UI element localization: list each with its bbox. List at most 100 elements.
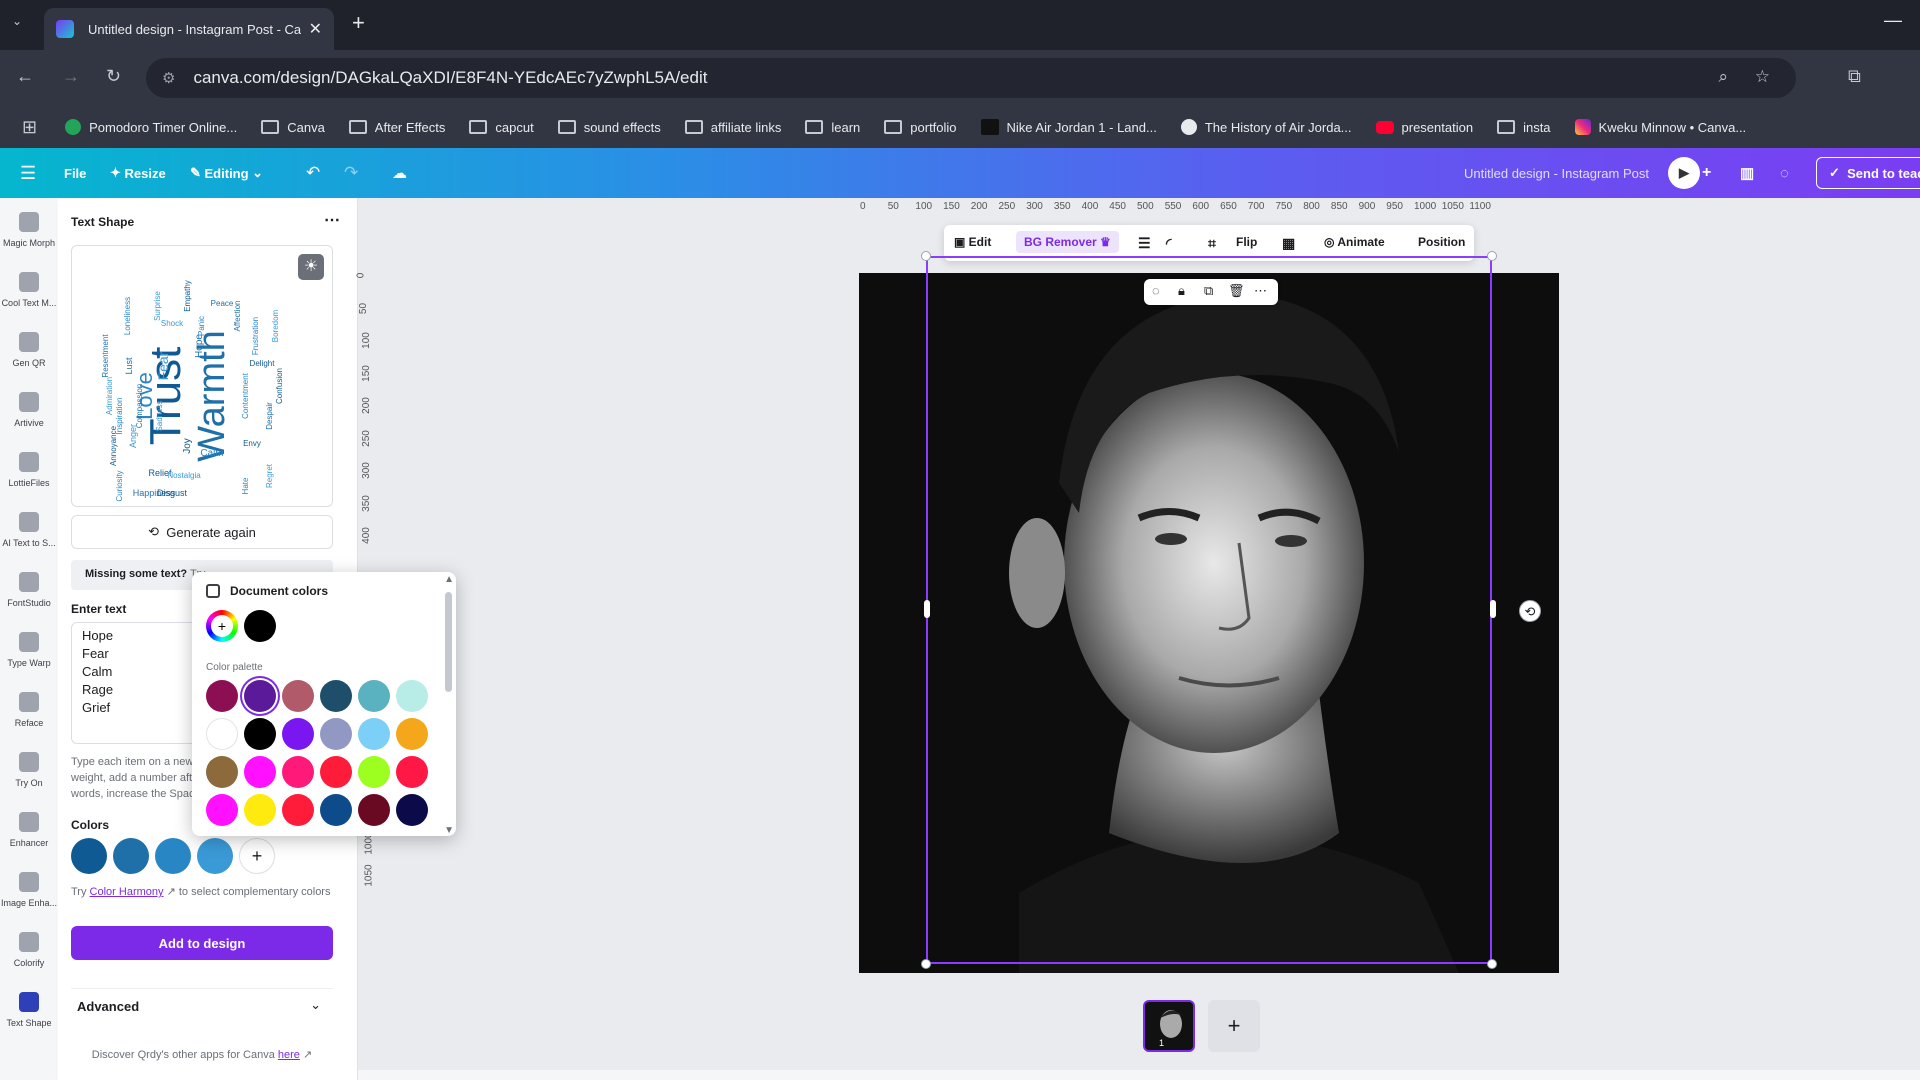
bookmark-item[interactable]: After Effects bbox=[348, 120, 445, 135]
rail-item[interactable]: Try On bbox=[0, 752, 58, 788]
back-icon[interactable]: ← bbox=[16, 66, 34, 87]
bookmark-item[interactable]: Kweku Minnow • Canva... bbox=[1574, 119, 1746, 135]
add-color-button[interactable]: + bbox=[206, 610, 238, 642]
insights-icon[interactable]: ▥ bbox=[1740, 164, 1754, 182]
side-handle[interactable] bbox=[924, 600, 930, 618]
color-swatch[interactable] bbox=[71, 838, 107, 874]
bookmark-item[interactable]: presentation bbox=[1375, 120, 1473, 135]
resize-handle[interactable] bbox=[921, 959, 931, 969]
palette-color-swatch[interactable] bbox=[358, 680, 390, 712]
site-info-icon[interactable]: ⚙ bbox=[162, 69, 175, 87]
bookmark-item[interactable]: insta bbox=[1497, 120, 1551, 135]
flip-button[interactable]: Flip bbox=[1236, 235, 1257, 249]
palette-color-swatch[interactable] bbox=[320, 794, 352, 826]
design-title[interactable]: Untitled design - Instagram Post bbox=[1464, 166, 1649, 181]
rail-item[interactable]: Colorify bbox=[0, 932, 58, 968]
rail-item[interactable]: Image Enha... bbox=[0, 872, 58, 908]
lock-icon[interactable]: 🔒︎ bbox=[1178, 283, 1185, 299]
bg-remover-button[interactable]: BG Remover ♛ bbox=[1016, 231, 1119, 253]
color-swatch[interactable] bbox=[155, 838, 191, 874]
more-icon[interactable]: ⋯ bbox=[1254, 283, 1267, 299]
trash-icon[interactable]: 🗑︎ bbox=[1228, 283, 1245, 299]
rail-item[interactable]: Artivive bbox=[0, 392, 58, 428]
generate-again-button[interactable]: ⟲ Generate again bbox=[71, 515, 333, 549]
browser-tab[interactable]: Untitled design - Instagram Post - Ca ✕ bbox=[44, 8, 334, 50]
bookmark-item[interactable]: Nike Air Jordan 1 - Land... bbox=[980, 119, 1157, 135]
edit-image-button[interactable]: ▣ Edit bbox=[954, 235, 991, 249]
palette-color-swatch[interactable] bbox=[244, 718, 276, 750]
bookmark-star-icon[interactable]: ☆ bbox=[1755, 67, 1770, 87]
undo-icon[interactable]: ↶ bbox=[306, 163, 320, 183]
bookmark-item[interactable]: Pomodoro Timer Online... bbox=[65, 119, 237, 135]
rail-item[interactable]: AI Text to S... bbox=[0, 512, 58, 548]
palette-color-swatch[interactable] bbox=[396, 756, 428, 788]
rail-item[interactable]: Type Warp bbox=[0, 632, 58, 668]
rail-item[interactable]: FontStudio bbox=[0, 572, 58, 608]
palette-color-swatch[interactable] bbox=[396, 794, 428, 826]
discover-link[interactable]: here bbox=[278, 1049, 300, 1061]
add-to-design-button[interactable]: Add to design bbox=[71, 926, 333, 960]
resize-handle[interactable] bbox=[921, 251, 931, 261]
new-tab-icon[interactable]: + bbox=[352, 10, 365, 36]
comments-icon[interactable]: ◌ bbox=[1780, 165, 1789, 182]
palette-color-swatch[interactable] bbox=[206, 680, 238, 712]
palette-color-swatch[interactable] bbox=[206, 756, 238, 788]
more-options-icon[interactable]: ⋯ bbox=[324, 210, 340, 230]
address-bar[interactable]: ⚙ canva.com/design/DAGkaLQaXDI/E8F4N-YEd… bbox=[146, 58, 1796, 98]
resize-handle[interactable] bbox=[1487, 959, 1497, 969]
minimize-icon[interactable]: — bbox=[1884, 10, 1902, 31]
palette-color-swatch[interactable] bbox=[282, 794, 314, 826]
palette-color-swatch[interactable] bbox=[282, 680, 314, 712]
rail-item[interactable]: Text Shape bbox=[0, 992, 58, 1028]
bookmark-item[interactable]: learn bbox=[805, 120, 860, 135]
line-style-icon[interactable]: ☰ bbox=[1138, 235, 1151, 252]
rotate-icon[interactable]: ⟲ bbox=[1519, 600, 1541, 622]
close-tab-icon[interactable]: ✕ bbox=[309, 19, 322, 39]
reload-icon[interactable]: ↻ bbox=[106, 66, 121, 87]
send-to-teacher-button[interactable]: ✓ Send to teach bbox=[1816, 157, 1920, 189]
advanced-section[interactable]: Advanced ⌄ bbox=[71, 988, 333, 1018]
palette-color-swatch[interactable] bbox=[320, 680, 352, 712]
palette-color-swatch[interactable] bbox=[206, 794, 238, 826]
crop-icon[interactable]: ⌗ bbox=[1208, 235, 1216, 252]
animate-button[interactable]: ◎ Animate bbox=[1324, 235, 1385, 249]
page-thumbnail[interactable]: 1 bbox=[1143, 1000, 1195, 1052]
cloud-save-icon[interactable]: ☁ bbox=[392, 164, 407, 182]
selection-box[interactable] bbox=[926, 256, 1492, 964]
palette-color-swatch[interactable] bbox=[244, 794, 276, 826]
resize-handle[interactable] bbox=[1487, 251, 1497, 261]
palette-color-swatch[interactable] bbox=[282, 756, 314, 788]
bookmark-item[interactable]: affiliate links bbox=[684, 120, 781, 135]
transparency-icon[interactable]: ▦ bbox=[1282, 235, 1295, 252]
extensions-icon[interactable]: ⧉ bbox=[1848, 66, 1861, 87]
palette-color-swatch[interactable] bbox=[206, 718, 238, 750]
bookmark-item[interactable]: Canva bbox=[261, 120, 325, 135]
resize-button[interactable]: ✦ Resize bbox=[110, 165, 166, 181]
add-color-icon[interactable]: + bbox=[239, 838, 275, 874]
tab-search-icon[interactable]: ⌄ bbox=[12, 14, 22, 28]
side-handle[interactable] bbox=[1490, 600, 1496, 618]
avatar[interactable]: ▶ bbox=[1668, 157, 1700, 189]
palette-color-swatch[interactable] bbox=[396, 718, 428, 750]
palette-color-swatch[interactable] bbox=[396, 680, 428, 712]
palette-color-swatch[interactable] bbox=[358, 718, 390, 750]
scroll-down-icon[interactable]: ▼ bbox=[444, 825, 454, 836]
palette-color-swatch[interactable] bbox=[320, 756, 352, 788]
color-swatch[interactable] bbox=[113, 838, 149, 874]
bookmark-item[interactable]: sound effects bbox=[557, 120, 661, 135]
comment-icon[interactable]: ◌ bbox=[1152, 283, 1160, 298]
editing-dropdown[interactable]: ✎ Editing ⌄ bbox=[190, 165, 263, 181]
menu-icon[interactable]: ☰ bbox=[20, 163, 36, 184]
add-page-button[interactable]: + bbox=[1208, 1000, 1260, 1052]
corner-rounding-icon[interactable]: ◜ bbox=[1166, 235, 1171, 252]
popup-scrollbar[interactable] bbox=[445, 592, 452, 692]
palette-color-swatch[interactable] bbox=[358, 794, 390, 826]
bookmark-item[interactable]: portfolio bbox=[884, 120, 957, 135]
palette-color-swatch[interactable] bbox=[244, 680, 276, 712]
rail-item[interactable]: Reface bbox=[0, 692, 58, 728]
rail-item[interactable]: LottieFiles bbox=[0, 452, 58, 488]
palette-color-swatch[interactable] bbox=[358, 756, 390, 788]
bookmark-item[interactable]: The History of Air Jorda... bbox=[1180, 119, 1352, 135]
document-color-swatch[interactable] bbox=[244, 610, 276, 642]
bookmark-item[interactable]: capcut bbox=[469, 120, 534, 135]
